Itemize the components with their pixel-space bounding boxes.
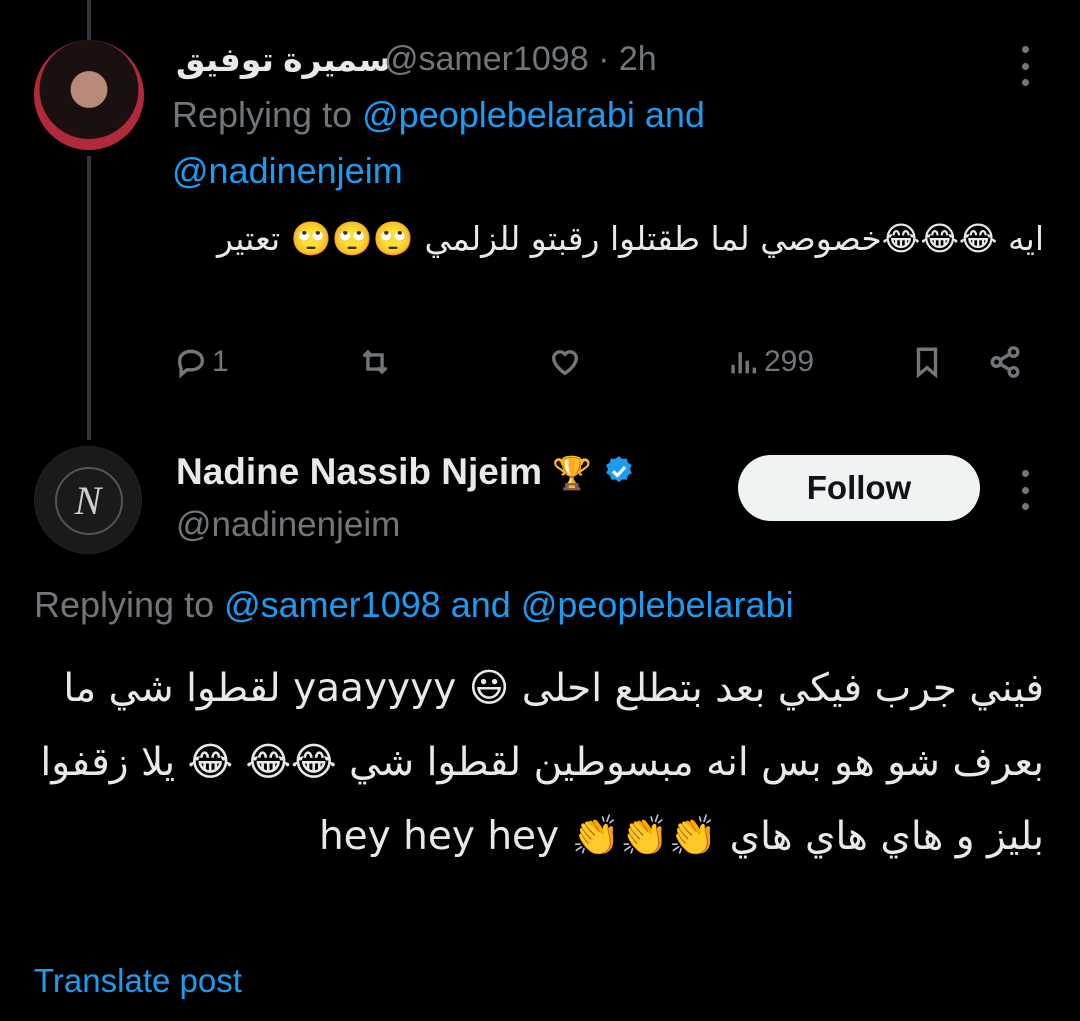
reply-and[interactable]: and bbox=[635, 94, 705, 135]
replying-prefix: Replying to bbox=[172, 94, 363, 135]
bookmark-button[interactable] bbox=[910, 336, 944, 388]
repost-button[interactable] bbox=[358, 336, 392, 388]
like-icon bbox=[551, 350, 579, 376]
views-button[interactable]: 299 bbox=[726, 336, 814, 388]
author-display-name[interactable]: Nadine Nassib Njeim bbox=[176, 451, 542, 492]
avatar-ornament bbox=[55, 467, 123, 535]
reply-mention-link[interactable]: @peoplebelarabi bbox=[362, 94, 635, 135]
reply-icon bbox=[177, 349, 205, 379]
avatar[interactable]: N bbox=[34, 446, 142, 554]
separator: · bbox=[588, 40, 619, 78]
reply-mention-link[interactable]: @nadinenjeim bbox=[172, 150, 403, 192]
more-icon[interactable] bbox=[1019, 470, 1031, 510]
translate-post-link[interactable]: Translate post bbox=[34, 962, 242, 1000]
like-button[interactable] bbox=[548, 336, 582, 388]
reply-count: 1 bbox=[212, 345, 229, 378]
bookmark-icon bbox=[916, 347, 938, 379]
action-bar: 1 299 bbox=[170, 336, 1040, 388]
replying-to: Replying to @peoplebelarabi and bbox=[172, 94, 705, 136]
author-handle[interactable]: @samer1098 bbox=[384, 40, 589, 78]
post-text: فيني جرب فيكي بعد بتطلع احلى 😃 yaayyyy ل… bbox=[40, 666, 1044, 859]
thread-line-top bbox=[87, 0, 91, 40]
author-name-row: Nadine Nassib Njeim 🏆 bbox=[176, 451, 636, 493]
share-button[interactable] bbox=[988, 336, 1022, 388]
post-time[interactable]: 2h bbox=[619, 40, 657, 78]
reply-button[interactable]: 1 bbox=[174, 336, 229, 388]
more-icon[interactable] bbox=[1019, 46, 1031, 86]
reply-mention-link[interactable]: @samer1098 bbox=[224, 584, 441, 625]
views-count: 299 bbox=[764, 345, 815, 378]
share-icon bbox=[990, 346, 1020, 378]
verified-icon bbox=[606, 456, 633, 483]
replying-prefix: Replying to bbox=[34, 584, 225, 625]
reply-and[interactable]: and bbox=[441, 584, 521, 625]
trophy-emoji: 🏆 bbox=[552, 455, 593, 491]
replying-to: Replying to @samer1098 and @peoplebelara… bbox=[34, 584, 794, 626]
avatar[interactable] bbox=[34, 40, 144, 150]
repost-icon bbox=[362, 349, 388, 375]
reply-mention-link[interactable]: @peoplebelarabi bbox=[521, 584, 794, 625]
author-handle[interactable]: @nadinenjeim bbox=[176, 505, 400, 545]
views-icon bbox=[731, 352, 757, 374]
post-text: ايه 😂😂😂خصوصي لما طقتلوا رقبتو للزلمي 🙄🙄🙄… bbox=[217, 219, 1044, 258]
follow-button[interactable]: Follow bbox=[738, 455, 980, 521]
author-display-name[interactable]: سميرة توفيق bbox=[176, 40, 391, 79]
author-handle-time: @samer1098 · 2h bbox=[384, 40, 657, 79]
thread-line bbox=[87, 156, 91, 440]
